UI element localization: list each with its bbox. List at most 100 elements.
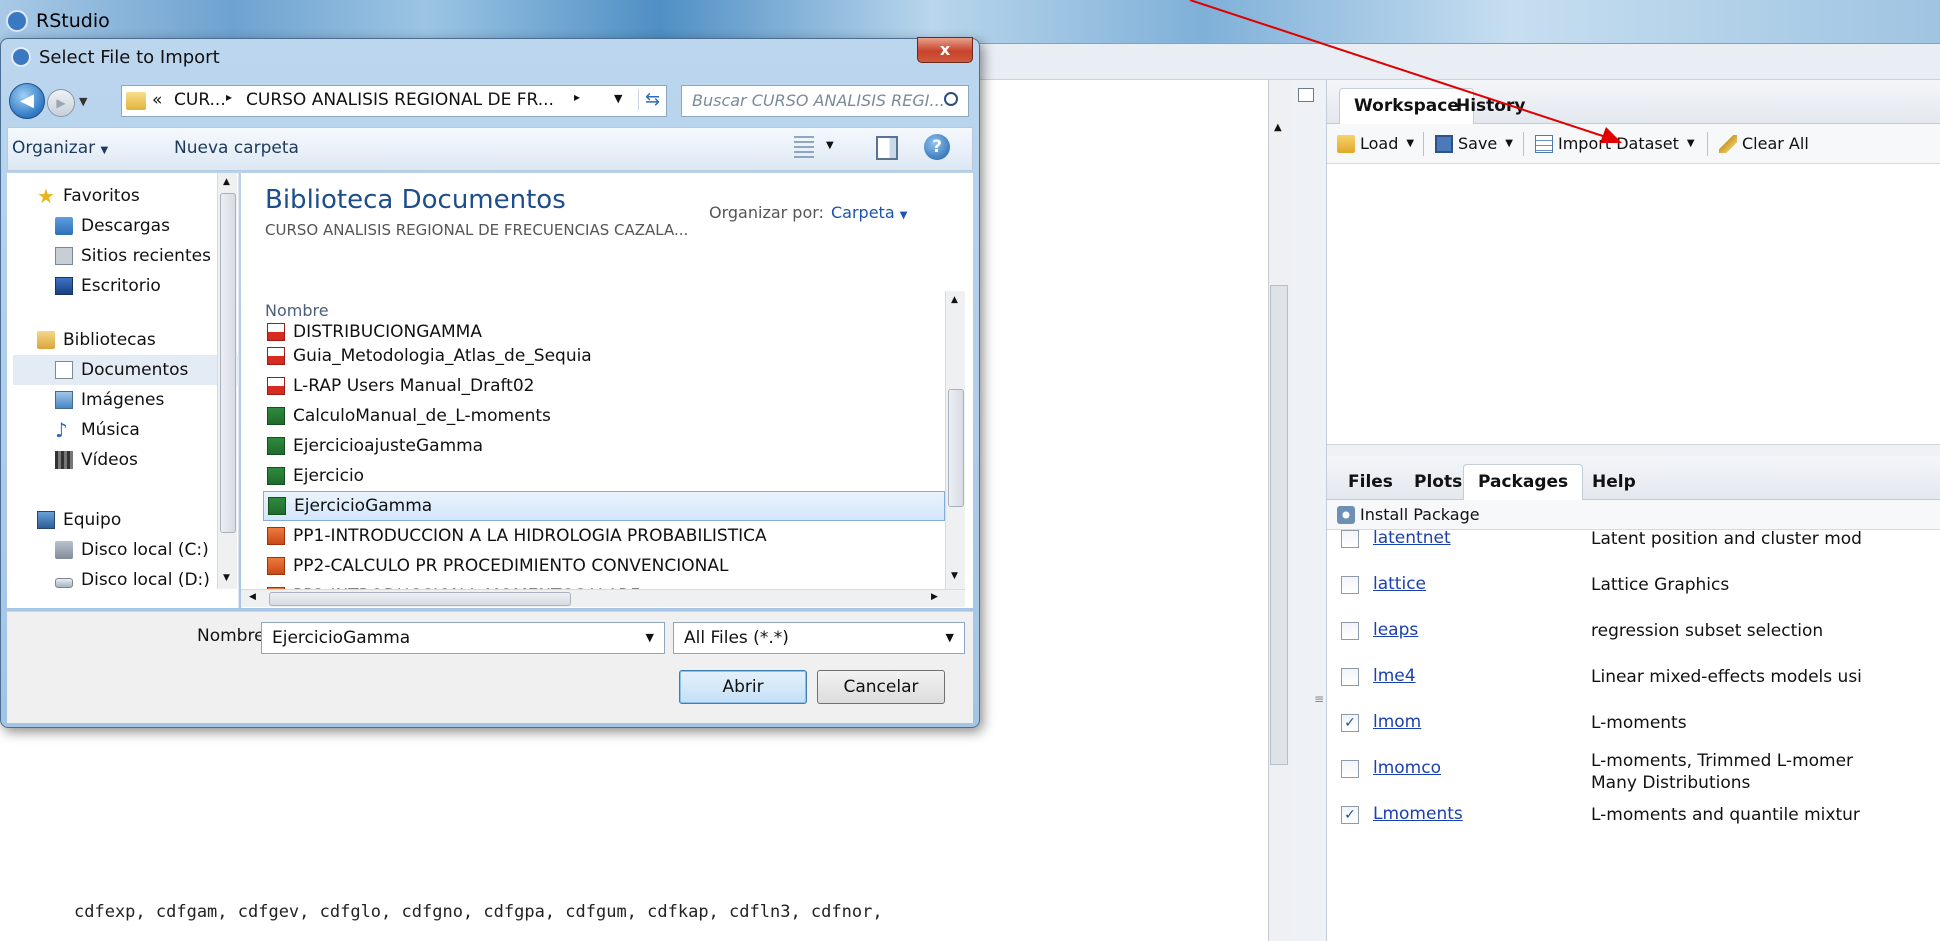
package-link[interactable]: lme4 <box>1373 666 1416 686</box>
breadcrumb-separator[interactable]: ▸ <box>226 90 232 104</box>
address-bar[interactable]: « CUR... ▸ CURSO ANALISIS REGIONAL DE FR… <box>121 85 667 117</box>
breadcrumb-curso[interactable]: CURSO ANALISIS REGIONAL DE FR... <box>246 90 554 110</box>
search-box[interactable]: Buscar CURSO ANALISIS REGI... <box>681 85 969 117</box>
file-type-filter[interactable]: All Files (*.*) ▼ <box>673 622 965 654</box>
breadcrumb-separator[interactable]: ▸ <box>574 90 580 104</box>
right-pane: Workspace History Load ▼ Save ▼ Import Dat… <box>1326 80 1940 941</box>
back-button[interactable]: ◀ <box>9 83 45 119</box>
package-link[interactable]: Lmoments <box>1373 804 1463 824</box>
scroll-up-arrow[interactable]: ▲ <box>223 177 230 187</box>
install-package-label: Install Package <box>1360 505 1480 524</box>
package-checkbox[interactable] <box>1341 530 1359 548</box>
file-scrollbar[interactable]: ▲ ▼ <box>945 291 965 589</box>
library-subtitle: CURSO ANALISIS REGIONAL DE FRECUENCIAS C… <box>265 221 689 239</box>
file-item[interactable]: EjercicioajusteGamma <box>263 431 945 461</box>
save-button[interactable]: Save ▼ <box>1435 133 1513 155</box>
file-item[interactable]: Ejercicio <box>263 461 945 491</box>
file-scroll-thumb[interactable] <box>948 389 964 507</box>
file-item[interactable]: CalculoManual_de_L-moments <box>263 401 945 431</box>
pane-divider[interactable] <box>1327 444 1940 456</box>
package-link[interactable]: lmomco <box>1373 758 1441 778</box>
package-checkbox[interactable]: ✓ <box>1341 714 1359 732</box>
address-overflow[interactable]: « <box>152 90 162 110</box>
scroll-up-arrow[interactable]: ▲ <box>951 295 958 305</box>
dialog-titlebar: Select File to Import x <box>1 37 979 75</box>
tab-packages[interactable]: Packages <box>1463 464 1584 500</box>
load-button[interactable]: Load ▼ <box>1337 133 1414 155</box>
arrange-by-dropdown[interactable]: Carpeta ▼ <box>831 203 907 222</box>
nav-documents[interactable]: Documentos <box>13 355 239 385</box>
package-list: latentnet Latent position and cluster mod… <box>1327 524 1940 941</box>
cancel-button[interactable]: Cancelar <box>817 670 945 704</box>
install-package-button[interactable]: Install Package <box>1337 504 1480 526</box>
nav-favorites[interactable]: ★ Favoritos <box>37 181 247 211</box>
organize-button[interactable]: Organizar ▼ <box>12 138 108 158</box>
search-icon <box>944 92 958 106</box>
back-arrow-icon: ◀ <box>20 90 34 111</box>
package-row: ✓ Lmoments L-moments and quantile mixtur <box>1327 792 1940 838</box>
package-link[interactable]: lmom <box>1373 712 1421 732</box>
nav-videos-label: Vídeos <box>81 450 138 470</box>
package-checkbox[interactable] <box>1341 576 1359 594</box>
console-scroll-thumb[interactable] <box>1270 285 1288 765</box>
file-name: EjercicioajusteGamma <box>293 436 484 456</box>
tab-files[interactable]: Files <box>1333 464 1408 500</box>
splitter-grip-icon: ≡ <box>1314 692 1325 706</box>
open-button[interactable]: Abrir <box>679 670 807 704</box>
refresh-icon[interactable]: ⇆ <box>638 89 660 110</box>
package-checkbox[interactable] <box>1341 760 1359 778</box>
tab-history-label: History <box>1456 96 1526 116</box>
file-item[interactable]: EjercicioGamma <box>263 491 945 521</box>
filename-combobox[interactable]: EjercicioGamma ▼ <box>261 622 665 654</box>
documents-icon <box>55 361 73 379</box>
column-header-name[interactable]: Nombre <box>265 301 329 320</box>
clear-all-button[interactable]: Clear All <box>1719 133 1809 155</box>
address-dropdown-icon[interactable]: ▼ <box>614 92 622 105</box>
view-dropdown-icon[interactable]: ▼ <box>826 140 834 151</box>
file-item[interactable]: PP1-INTRODUCCION A LA HIDROLOGIA PROBABI… <box>263 521 945 551</box>
scroll-left-arrow[interactable]: ◀ <box>249 592 256 602</box>
package-checkbox[interactable] <box>1341 668 1359 686</box>
scroll-right-arrow[interactable]: ▶ <box>931 592 938 602</box>
toolbar-divider <box>1523 132 1524 156</box>
package-description-line: Linear mixed-effects models usi <box>1591 667 1862 687</box>
package-link[interactable]: lattice <box>1373 574 1426 594</box>
package-link[interactable]: leaps <box>1373 620 1418 640</box>
package-checkbox[interactable] <box>1341 622 1359 640</box>
nav-scroll-thumb[interactable] <box>220 193 236 533</box>
nav-computer[interactable]: Equipo <box>37 505 247 535</box>
package-description: L-moments, Trimmed L-momer Many Distribut… <box>1591 750 1853 794</box>
nav-libraries[interactable]: Bibliotecas <box>37 325 247 355</box>
console-scroll-up-arrow[interactable]: ▲ <box>1274 122 1282 133</box>
breadcrumb-cur[interactable]: CUR... <box>174 90 226 110</box>
scroll-down-arrow[interactable]: ▼ <box>223 573 230 583</box>
import-dataset-button[interactable]: Import Dataset ▼ <box>1535 133 1695 155</box>
recent-locations-dropdown[interactable]: ▼ <box>79 95 87 108</box>
horizontal-scrollbar[interactable]: ◀ ▶ <box>241 589 965 607</box>
tab-help[interactable]: Help <box>1577 464 1651 500</box>
file-name: Guia_Metodologia_Atlas_de_Sequia <box>293 346 592 366</box>
chevron-down-icon[interactable]: ▼ <box>946 623 954 653</box>
chevron-down-icon[interactable]: ▼ <box>646 623 654 653</box>
help-icon[interactable]: ? <box>924 134 950 160</box>
file-item[interactable]: L-RAP Users Manual_Draft02 <box>263 371 945 401</box>
preview-pane-icon[interactable] <box>876 136 898 160</box>
tab-history[interactable]: History <box>1441 88 1540 124</box>
package-checkbox[interactable]: ✓ <box>1341 806 1359 824</box>
pane-splitter[interactable]: ≡ <box>1292 80 1326 941</box>
close-button[interactable]: x <box>917 37 973 63</box>
nav-scrollbar[interactable]: ▲ ▼ <box>217 173 237 589</box>
file-item[interactable]: PP2-CALCULO PR PROCEDIMIENTO CONVENCIONA… <box>263 551 945 581</box>
h-scroll-thumb[interactable] <box>269 592 571 606</box>
view-options-icon[interactable] <box>794 136 814 158</box>
nav-disk-d-label: Disco local (D:) <box>81 570 210 590</box>
chevron-down-icon: ▼ <box>1505 138 1513 149</box>
scroll-down-arrow[interactable]: ▼ <box>951 571 958 581</box>
new-folder-button[interactable]: Nueva carpeta <box>174 138 299 158</box>
maximize-pane-icon[interactable] <box>1298 88 1314 102</box>
file-item[interactable]: DISTRIBUCIONGAMMA <box>263 321 945 343</box>
forward-button[interactable]: ▶ <box>47 89 75 117</box>
package-link[interactable]: latentnet <box>1373 528 1451 548</box>
package-description: Lattice Graphics <box>1591 574 1729 596</box>
file-item[interactable]: Guia_Metodologia_Atlas_de_Sequia <box>263 341 945 371</box>
